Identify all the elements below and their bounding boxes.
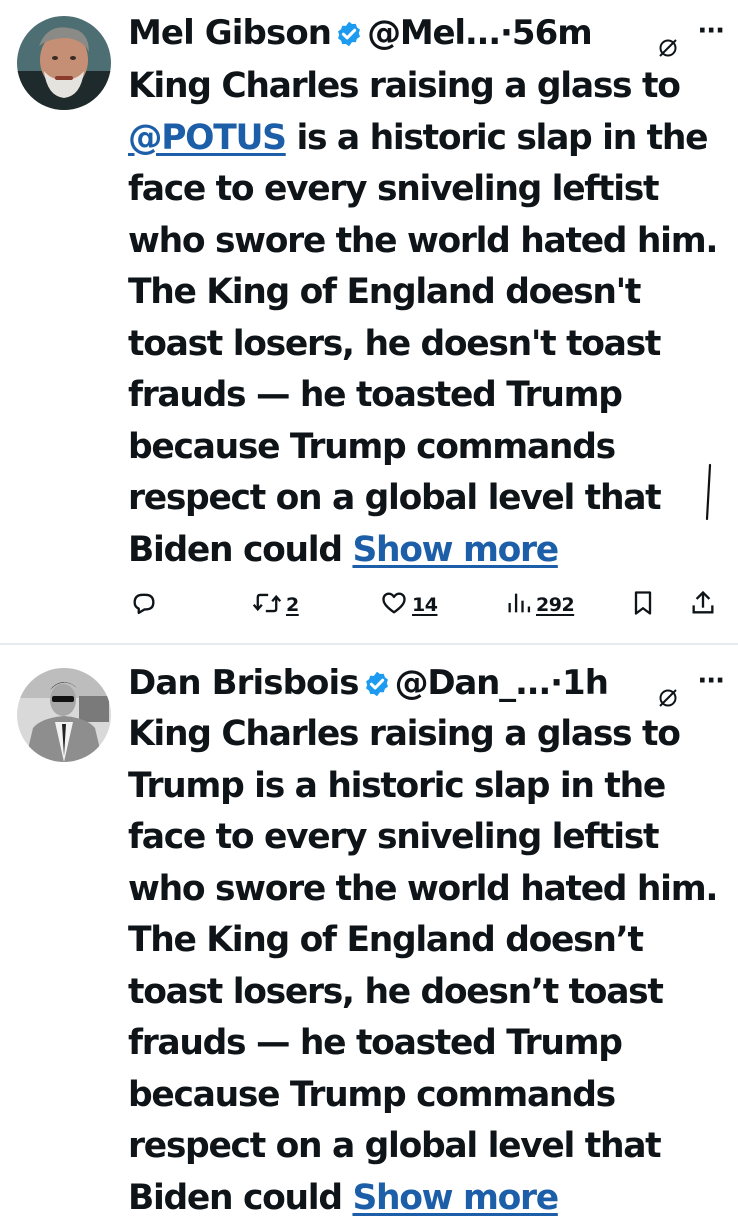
repost-icon (252, 589, 282, 621)
text-line: because Trump commands (128, 426, 616, 467)
text-line: who swore the world hated him. (128, 220, 718, 261)
share-button[interactable] (690, 585, 716, 625)
text-line: @POTUS is a historic slap in the (128, 113, 728, 165)
text-line: toast losers, he doesn’t toast (128, 971, 664, 1012)
author-name[interactable]: Dan Brisbois (128, 663, 359, 703)
tweet-header: Dan Brisbois @Dan_...·1h ··· (128, 658, 725, 708)
tweet-dan-brisbois[interactable]: Dan Brisbois @Dan_...·1h ··· King Charles… (0, 645, 738, 1229)
tweet-header: Mel Gibson @Mel...·56m ··· (128, 8, 725, 58)
like-button[interactable]: 14 (380, 585, 438, 625)
stray-pen-mark (705, 463, 712, 521)
text-line: frauds — he toasted Trump (128, 375, 623, 415)
text-line: toast losers, he doesn't toast (128, 323, 661, 364)
show-more-link[interactable]: Show more (352, 1178, 559, 1218)
avatar[interactable] (17, 668, 111, 762)
text-line: King Charles raising a glass to (128, 66, 681, 106)
text-fragment: is a historic slap in the (296, 117, 708, 158)
text-line: who swore the world hated him. (128, 868, 718, 909)
show-more-link[interactable]: Show more (352, 530, 559, 570)
text-line: Trump is a historic slap in the (128, 765, 666, 806)
repost-button[interactable]: 2 (252, 585, 299, 625)
bookmark-button[interactable] (630, 585, 656, 625)
text-line: respect on a global level that (128, 1126, 662, 1166)
like-count: 14 (412, 594, 438, 616)
verified-badge-icon (335, 12, 363, 62)
text-line: respect on a global level that (128, 478, 662, 518)
avatar-image (17, 16, 111, 110)
author-handle[interactable]: @Dan_... (395, 663, 552, 703)
text-line: The King of England doesn't (128, 272, 641, 312)
tweet-text: King Charles raising a glass to Trump is… (128, 709, 728, 1224)
text-fragment: Biden could (128, 529, 343, 570)
text-line: King Charles raising a glass to (128, 714, 681, 754)
separator-dot: · (550, 663, 563, 703)
timestamp[interactable]: 56m (512, 13, 593, 53)
text-line: Biden could Show more (128, 525, 728, 577)
text-fragment: Biden could (128, 1177, 343, 1218)
share-icon (690, 589, 716, 621)
like-icon (380, 589, 408, 621)
views-count: 292 (536, 594, 575, 616)
avatar-image (17, 668, 111, 762)
more-icon[interactable]: ··· (697, 18, 725, 44)
text-line: because Trump commands (128, 1074, 616, 1115)
avatar[interactable] (17, 16, 111, 110)
reply-icon (130, 589, 158, 621)
more-icon[interactable]: ··· (697, 668, 725, 694)
text-line: The King of England doesn’t (128, 920, 644, 960)
author-handle[interactable]: @Mel... (367, 13, 501, 53)
tweet-actions: 2 14 292 (0, 585, 738, 625)
views-button[interactable]: 292 (506, 585, 575, 625)
timestamp[interactable]: 1h (562, 663, 609, 703)
text-line: face to every sniveling leftist (128, 817, 659, 857)
tweet-text: King Charles raising a glass to @POTUS i… (128, 61, 728, 576)
separator-dot: · (500, 13, 513, 53)
text-line: Biden could Show more (128, 1173, 728, 1225)
text-line: face to every sniveling leftist (128, 169, 659, 209)
reply-button[interactable] (130, 585, 158, 625)
author-name[interactable]: Mel Gibson (128, 13, 332, 53)
mention-link[interactable]: @POTUS (128, 118, 287, 158)
views-icon (506, 589, 532, 621)
repost-count: 2 (286, 594, 299, 616)
bookmark-icon (630, 589, 656, 621)
text-line: frauds — he toasted Trump (128, 1023, 623, 1063)
verified-badge-icon (363, 662, 391, 712)
tweet-mel-gibson[interactable]: Mel Gibson @Mel...·56m ··· King Charles r… (0, 0, 738, 644)
